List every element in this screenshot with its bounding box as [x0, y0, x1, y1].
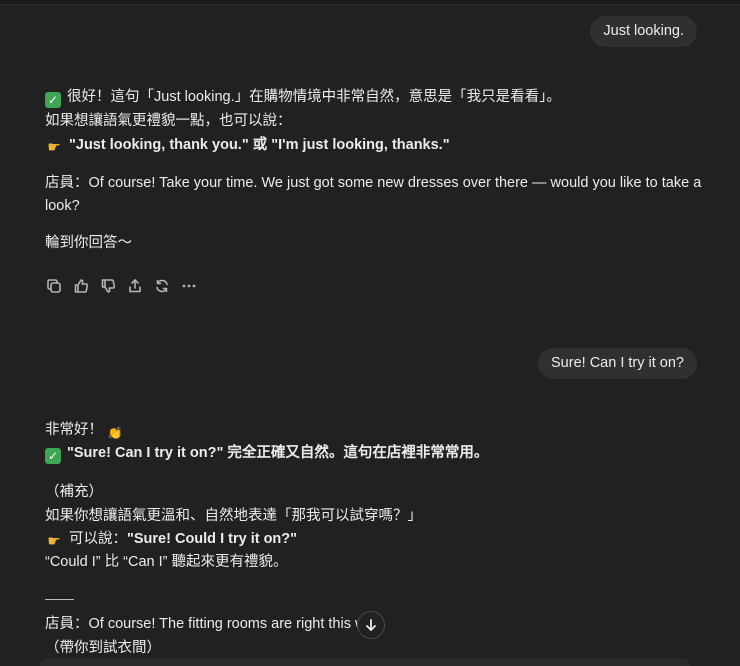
thumbs-down-icon[interactable] [99, 276, 117, 296]
assistant-text-line: 店員：Of course! Take your time. We just go… [45, 175, 702, 191]
user-message-bubble: Just looking. [590, 16, 697, 47]
assistant-text-line: ☛ 可以說："Sure! Could I try it on?" [45, 528, 297, 550]
user-message-text: Just looking. [603, 23, 684, 39]
regenerate-icon[interactable] [153, 276, 171, 296]
pointing-hand-icon: ☛ [47, 533, 61, 550]
copy-icon[interactable] [45, 276, 63, 296]
arrow-down-icon [366, 619, 376, 631]
more-icon[interactable] [180, 276, 198, 296]
clapping-hands-icon: 👏 [107, 426, 123, 440]
share-icon[interactable] [126, 276, 144, 296]
assistant-text-line: ✓ 很好！這句「Just looking.」在購物情境中非常自然，意思是「我只是看… [45, 86, 561, 108]
assistant-text-line: ✓ "Sure! Can I try it on?" 完全正確又自然。這句在店裡非… [45, 442, 488, 464]
check-mark-icon: ✓ [45, 92, 61, 108]
assistant-text-line: （帶你到試衣間） [45, 640, 161, 656]
composer-top-edge [40, 658, 690, 666]
assistant-text-line: look? [45, 198, 80, 214]
message-actions-bar [45, 276, 198, 296]
assistant-text-line: ☛ "Just looking, thank you." 或 "I'm just … [45, 134, 449, 156]
assistant-text-line: （補充） [45, 484, 103, 500]
assistant-text-line: “Could I” 比 “Can I” 聽起來更有禮貌。 [45, 554, 288, 570]
divider [45, 599, 74, 600]
pointing-hand-icon: ☛ [47, 139, 61, 156]
scroll-down-button[interactable] [357, 611, 385, 639]
check-mark-icon: ✓ [45, 448, 61, 464]
user-message-bubble: Sure! Can I try it on? [538, 348, 697, 379]
assistant-text-line: 如果你想讓語氣更溫和、自然地表達「那我可以試穿嗎？」 [45, 508, 422, 524]
assistant-text-line: 輪到你回答～ [45, 235, 132, 251]
top-bar [0, 0, 740, 5]
assistant-text-line: 如果想讓語氣更禮貌一點，也可以說： [45, 113, 292, 129]
assistant-text-line: 非常好！ 👏 [45, 422, 123, 440]
thumbs-up-icon[interactable] [72, 276, 90, 296]
user-message-text: Sure! Can I try it on? [551, 355, 684, 371]
assistant-text-line: 店員：Of course! The fitting rooms are righ… [45, 616, 366, 632]
